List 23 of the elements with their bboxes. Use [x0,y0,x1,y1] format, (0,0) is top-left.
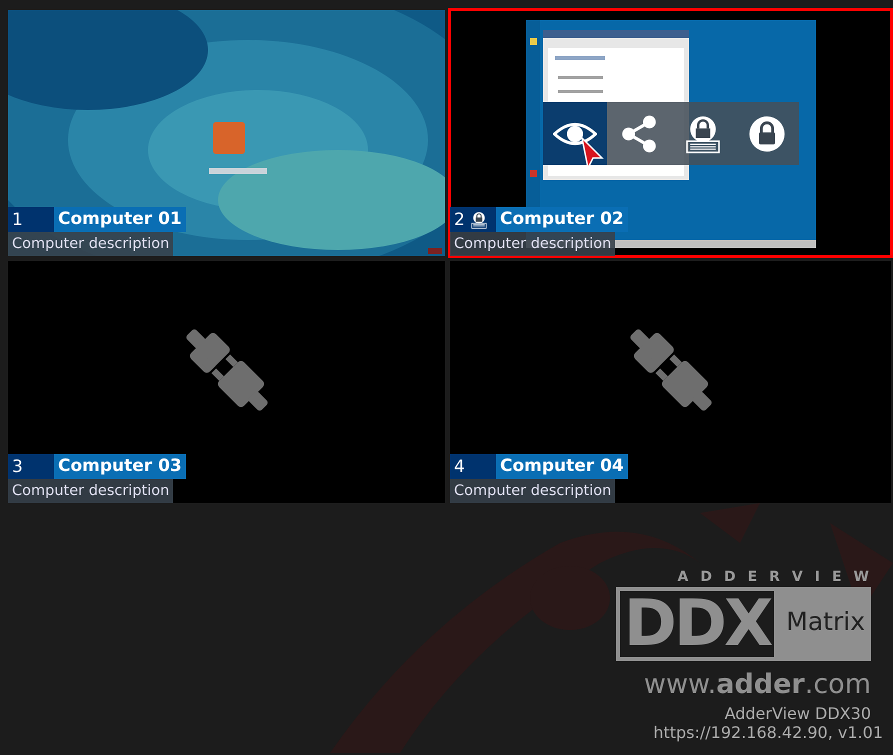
logo-text: DDX [616,587,778,661]
computer-name: Computer 02 [496,207,628,232]
model-text: AdderView DDX30 [724,704,871,723]
address-text: https://192.168.42.90, v1.01 [653,723,883,742]
computer-number: 4 [454,456,465,476]
action-button[interactable] [543,102,607,165]
computer-name: Computer 03 [54,454,186,479]
website-text: www.adder.com [644,669,871,700]
computer-number: 3 [12,456,23,476]
logo-subtitle: Matrix [778,587,871,661]
computer-tile[interactable]: 1 Computer 01 Computer description [8,10,445,256]
computer-number: 1 [12,210,23,230]
brand-name: ADDERVIEW [678,569,881,585]
computer-tile[interactable]: 2 Computer 02 Computer description [450,10,891,256]
computer-description: Computer description [8,232,174,256]
computer-tile[interactable]: 4 Computer 04 Computer description [450,261,891,503]
computer-name: Computer 01 [54,207,186,232]
computer-name: Computer 04 [496,454,628,479]
computer-description: Computer description [450,479,616,503]
computer-tile[interactable]: 3 Computer 03 Computer description [8,261,445,503]
computer-description: Computer description [8,479,174,503]
computer-number: 2 [454,210,465,230]
computer-description: Computer description [450,232,616,256]
